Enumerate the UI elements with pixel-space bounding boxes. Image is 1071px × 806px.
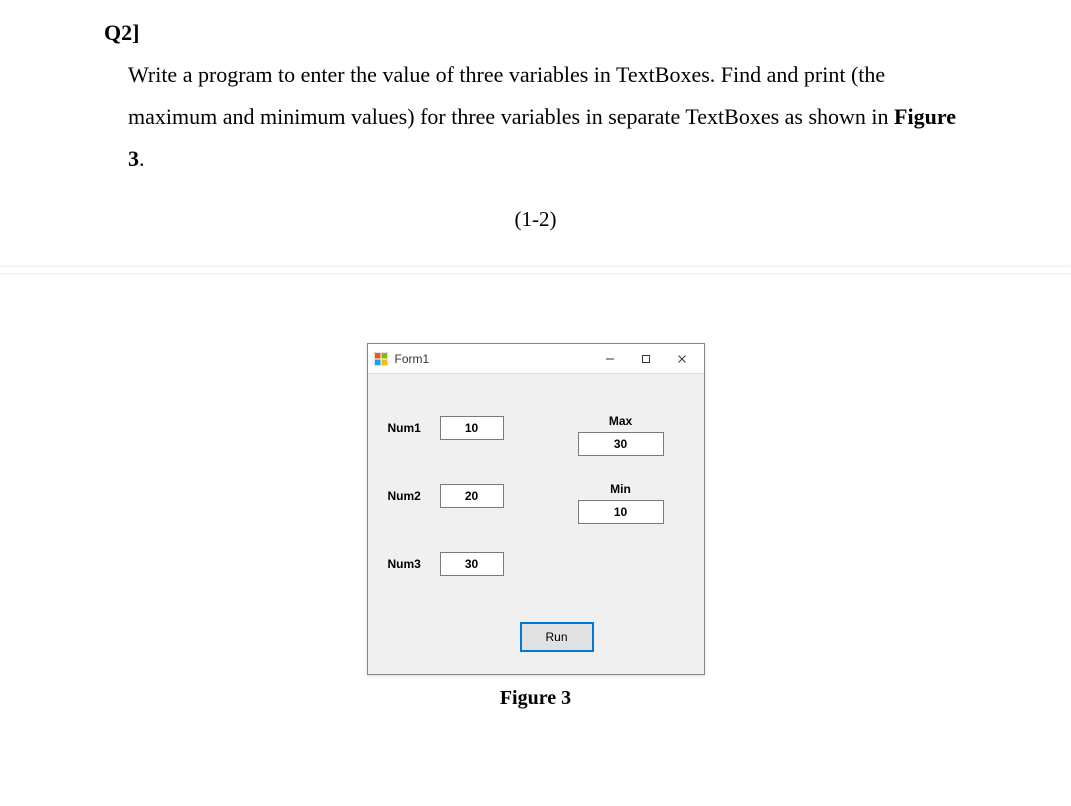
num3-label: Num3 — [388, 557, 430, 571]
question-text: Write a program to enter the value of th… — [128, 62, 894, 129]
num1-row: Num1 10 — [388, 416, 504, 440]
num1-label: Num1 — [388, 421, 430, 435]
form-window: Form1 Num1 10 Num2 20 — [367, 343, 705, 675]
question-number: Q2] — [104, 20, 971, 46]
min-output[interactable]: 10 — [578, 500, 664, 524]
client-area: Num1 10 Num2 20 Num3 30 Max 30 Min 10 Ru… — [368, 374, 704, 674]
run-button[interactable]: Run — [520, 622, 594, 652]
minimize-button[interactable] — [592, 345, 628, 373]
titlebar[interactable]: Form1 — [368, 344, 704, 374]
maximize-button[interactable] — [628, 345, 664, 373]
window-title: Form1 — [395, 352, 592, 366]
max-block: Max 30 — [578, 414, 664, 456]
close-button[interactable] — [664, 345, 700, 373]
num3-row: Num3 30 — [388, 552, 504, 576]
min-block: Min 10 — [578, 482, 664, 524]
num1-input[interactable]: 10 — [440, 416, 504, 440]
max-output[interactable]: 30 — [578, 432, 664, 456]
page-mark: (1-2) — [100, 207, 971, 232]
min-label: Min — [578, 482, 664, 496]
app-icon — [374, 351, 389, 366]
figure-caption: Figure 3 — [367, 687, 705, 710]
question-text-suffix: . — [139, 146, 145, 171]
num2-row: Num2 20 — [388, 484, 504, 508]
question-body: Write a program to enter the value of th… — [128, 54, 971, 179]
num2-input[interactable]: 20 — [440, 484, 504, 508]
num3-input[interactable]: 30 — [440, 552, 504, 576]
window-controls — [592, 345, 700, 373]
num2-label: Num2 — [388, 489, 430, 503]
page-separator — [0, 267, 1071, 273]
max-label: Max — [578, 414, 664, 428]
